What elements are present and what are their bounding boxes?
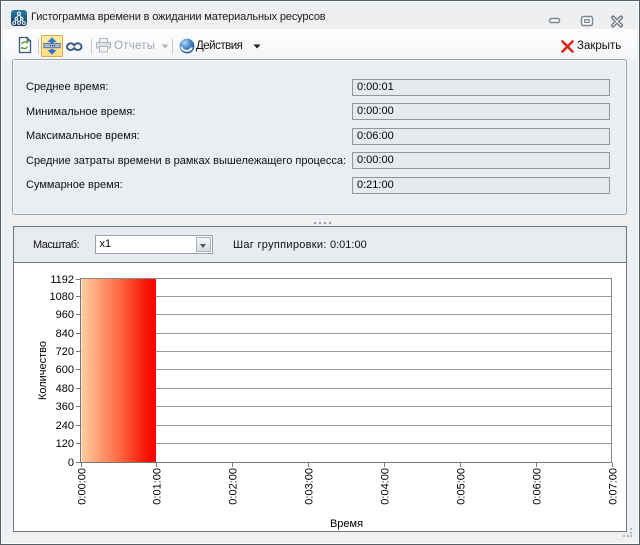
svg-text:0:00:00: 0:00:00 [77, 468, 89, 505]
svg-text:0:01:00: 0:01:00 [152, 468, 164, 505]
svg-text:0:04:00: 0:04:00 [380, 468, 392, 505]
svg-text:120: 120 [56, 438, 74, 450]
svg-text:0:02:00: 0:02:00 [228, 468, 240, 505]
svg-text:960: 960 [56, 309, 74, 321]
svg-text:0: 0 [68, 457, 74, 469]
svg-text:720: 720 [56, 346, 74, 358]
svg-text:840: 840 [56, 328, 74, 340]
svg-text:0:03:00: 0:03:00 [304, 468, 316, 505]
svg-text:0:07:00: 0:07:00 [608, 468, 620, 505]
svg-text:Время: Время [330, 518, 363, 530]
svg-text:600: 600 [56, 364, 74, 376]
svg-text:240: 240 [56, 420, 74, 432]
svg-text:0:05:00: 0:05:00 [456, 468, 468, 505]
svg-text:360: 360 [56, 401, 74, 413]
svg-text:0:06:00: 0:06:00 [532, 468, 544, 505]
svg-text:Количество: Количество [37, 341, 49, 400]
svg-text:1080: 1080 [50, 291, 74, 303]
svg-text:480: 480 [56, 383, 74, 395]
svg-text:1192: 1192 [50, 274, 74, 286]
